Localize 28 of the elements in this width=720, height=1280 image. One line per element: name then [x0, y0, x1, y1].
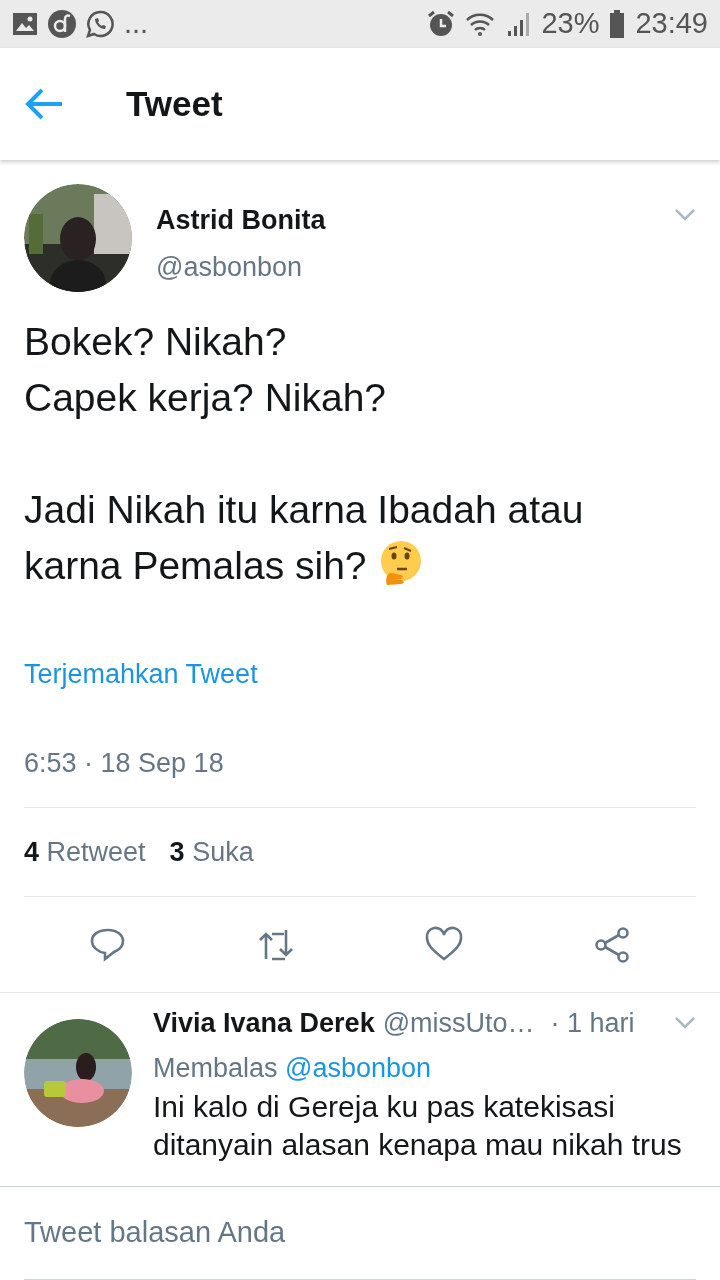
stat-link[interactable]: 4 Retweet: [24, 831, 146, 873]
stat-link[interactable]: 3 Suka: [169, 831, 254, 873]
tweet-text: Bokek? Nikah? Capek kerja? Nikah?: [24, 319, 388, 421]
clock-text: 23:49: [635, 6, 708, 42]
author-handle[interactable]: @asbonbon: [156, 246, 674, 287]
author-name[interactable]: Astrid Bonita: [156, 200, 674, 241]
chat-icon: [86, 10, 114, 38]
tweet-timestamp: 6:53 · 18 Sep 18: [24, 746, 225, 780]
share-icon: [593, 925, 631, 964]
reply-author-name[interactable]: Vivia Ivana Derek: [153, 1003, 375, 1044]
chevron-down-icon: [674, 208, 696, 222]
tweet-text: Jadi Nikah itu karna Ibadah atau karna Pemalas sih?: [24, 487, 585, 589]
signal-icon: [507, 11, 532, 37]
chevron-down-icon: [674, 1016, 696, 1031]
battery-icon: [609, 10, 626, 38]
back-button[interactable]: [24, 86, 64, 122]
replying-to-text: Membalas @asbonbon: [153, 1051, 433, 1085]
page-title: Tweet: [126, 82, 223, 125]
more-notifications-text: ...: [124, 6, 149, 42]
image-icon: [12, 12, 38, 36]
alarm-icon: [427, 10, 456, 38]
app-icon: [48, 10, 76, 38]
reply-time: · 1 hari: [550, 1007, 635, 1040]
reply-text: Ini kalo di Gereja ku pas katekisasi ditanyain alasan kenapa mau nikah trus: [153, 1089, 683, 1163]
reply-author-handle[interactable]: @missUto…: [382, 1003, 535, 1044]
share-button[interactable]: [593, 925, 631, 964]
battery-text: 23%: [541, 6, 600, 42]
back-arrow-icon: [24, 86, 64, 122]
